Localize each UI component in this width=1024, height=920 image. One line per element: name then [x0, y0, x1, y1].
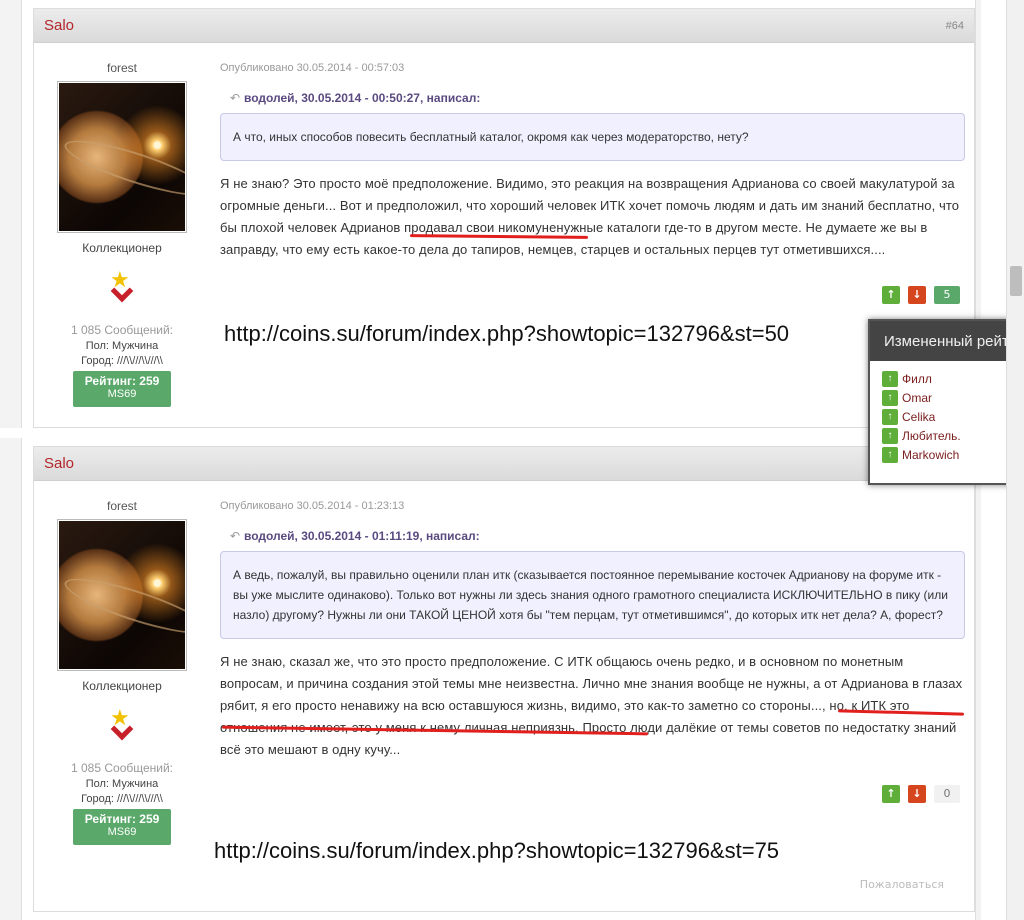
rating-value: Рейтинг: 259: [84, 374, 160, 388]
avatar-image: [59, 83, 185, 231]
forum-post: Salo #64 forest Коллекционер ★ 1 085 Соо…: [33, 8, 975, 428]
source-url-caption: http://coins.su/forum/index.php?showtopi…: [224, 321, 790, 346]
post-header: Salo: [34, 447, 974, 481]
rank-star-icon: ★: [102, 707, 142, 747]
user-city: Город: ///\\///\\///\\: [81, 793, 163, 805]
vote-up-icon: ↑: [882, 446, 898, 463]
vote-count[interactable]: 5: [934, 286, 960, 304]
page-gutter-left: [0, 0, 22, 428]
popup-user-item[interactable]: ↑ Любитель.: [882, 426, 1022, 445]
user-title: Коллекционер: [82, 679, 162, 693]
planet-ring-shape: [60, 130, 185, 206]
rating-grade: MS69: [107, 826, 137, 838]
post-header: Salo #64: [34, 9, 974, 43]
vote-bar: ↑ ↓ 5: [882, 286, 960, 304]
scrollbar-thumb[interactable]: [1010, 266, 1022, 296]
popup-user-item[interactable]: ↑ Celika: [882, 407, 1022, 426]
avatar[interactable]: [57, 81, 187, 233]
posted-date: Опубликовано 30.05.2014 - 01:23:13: [220, 500, 405, 512]
popup-user-name[interactable]: Филл: [902, 372, 932, 386]
author-panel: forest Коллекционер ★ 1 085 Сообщений: П…: [34, 481, 210, 845]
quote-citation-text: водолей, 30.05.2014 - 00:50:27, написал:: [244, 91, 481, 105]
message-count: 1 085 Сообщений:: [70, 323, 174, 337]
author-panel: forest Коллекционер ★ 1 085 Сообщений: П…: [34, 43, 210, 407]
quote-citation: ↶ водолей, 30.05.2014 - 00:50:27, написал…: [230, 91, 965, 105]
post-content: Опубликовано 30.05.2014 - 00:57:03 ↶ водо…: [220, 43, 965, 261]
popup-user-name[interactable]: Celika: [902, 410, 935, 424]
popup-user-name[interactable]: Omar: [902, 391, 932, 405]
vote-up-icon: ↑: [882, 427, 898, 444]
vote-count[interactable]: 0: [934, 785, 960, 803]
rating-change-popup: Измененный рейтинг ↑ Филл ↑ Omar ↑ Celika ↑…: [868, 319, 1024, 485]
vote-up-icon: ↑: [882, 370, 898, 387]
vote-up-button[interactable]: ↑: [882, 286, 900, 304]
quote-citation: ↶ водолей, 30.05.2014 - 01:11:19, написал…: [230, 529, 965, 543]
vote-down-button[interactable]: ↓: [908, 286, 926, 304]
quote-arrow-icon[interactable]: ↶: [230, 529, 244, 543]
popup-title: Измененный рейтинг: [870, 321, 1022, 361]
user-gender: Пол: Мужчина: [85, 340, 159, 352]
popup-user-item[interactable]: ↑ Markowich: [882, 445, 1022, 464]
quote-box: А ведь, пожалуй, вы правильно оценили пл…: [220, 551, 965, 639]
user-city: Город: ///\\///\\///\\: [81, 355, 163, 367]
popup-user-name[interactable]: Markowich: [902, 448, 959, 462]
user-name[interactable]: forest: [34, 61, 210, 75]
rating-badge[interactable]: Рейтинг: 259 MS69: [73, 371, 171, 407]
posted-date: Опубликовано 30.05.2014 - 00:57:03: [220, 62, 405, 74]
rating-value: Рейтинг: 259: [84, 812, 160, 826]
vote-down-button[interactable]: ↓: [908, 785, 926, 803]
page-scrollbar[interactable]: [1006, 0, 1024, 920]
post-author-link[interactable]: Salo: [44, 455, 74, 472]
vote-bar: ↑ ↓ 0: [882, 785, 960, 803]
user-name[interactable]: forest: [34, 499, 210, 513]
source-url-caption: http://coins.su/forum/index.php?showtopi…: [214, 838, 780, 863]
vote-up-button[interactable]: ↑: [882, 785, 900, 803]
avatar[interactable]: [57, 519, 187, 671]
rank-star-icon: ★: [102, 269, 142, 309]
user-title: Коллекционер: [82, 241, 162, 255]
post-number-link[interactable]: #64: [946, 20, 964, 32]
message-count: 1 085 Сообщений:: [70, 761, 174, 775]
popup-user-item[interactable]: ↑ Omar: [882, 388, 1022, 407]
quote-citation-text: водолей, 30.05.2014 - 01:11:19, написал:: [244, 529, 480, 543]
rating-grade: MS69: [107, 388, 137, 400]
post-body: Я не знаю, сказал же, что это просто пре…: [220, 654, 963, 757]
user-gender: Пол: Мужчина: [85, 778, 159, 790]
quote-arrow-icon[interactable]: ↶: [230, 91, 244, 105]
quote-box: А что, иных способов повесить бесплатный…: [220, 113, 965, 161]
post-body: Я не знаю? Это просто моё предположение.…: [220, 176, 960, 257]
vote-up-icon: ↑: [882, 389, 898, 406]
post-author-link[interactable]: Salo: [44, 17, 74, 34]
popup-user-list: ↑ Филл ↑ Omar ↑ Celika ↑ Любитель. ↑ Markowic…: [870, 361, 1022, 464]
report-link[interactable]: Пожаловаться: [860, 878, 944, 891]
popup-user-item[interactable]: ↑ Филл: [882, 369, 1022, 388]
planet-ring-shape: [60, 568, 185, 644]
vote-up-icon: ↑: [882, 408, 898, 425]
popup-user-name[interactable]: Любитель.: [902, 429, 961, 443]
page-gutter-left: [0, 438, 22, 920]
rating-badge[interactable]: Рейтинг: 259 MS69: [73, 809, 171, 845]
avatar-image: [59, 521, 185, 669]
post-content: Опубликовано 30.05.2014 - 01:23:13 ↶ водо…: [220, 481, 965, 761]
